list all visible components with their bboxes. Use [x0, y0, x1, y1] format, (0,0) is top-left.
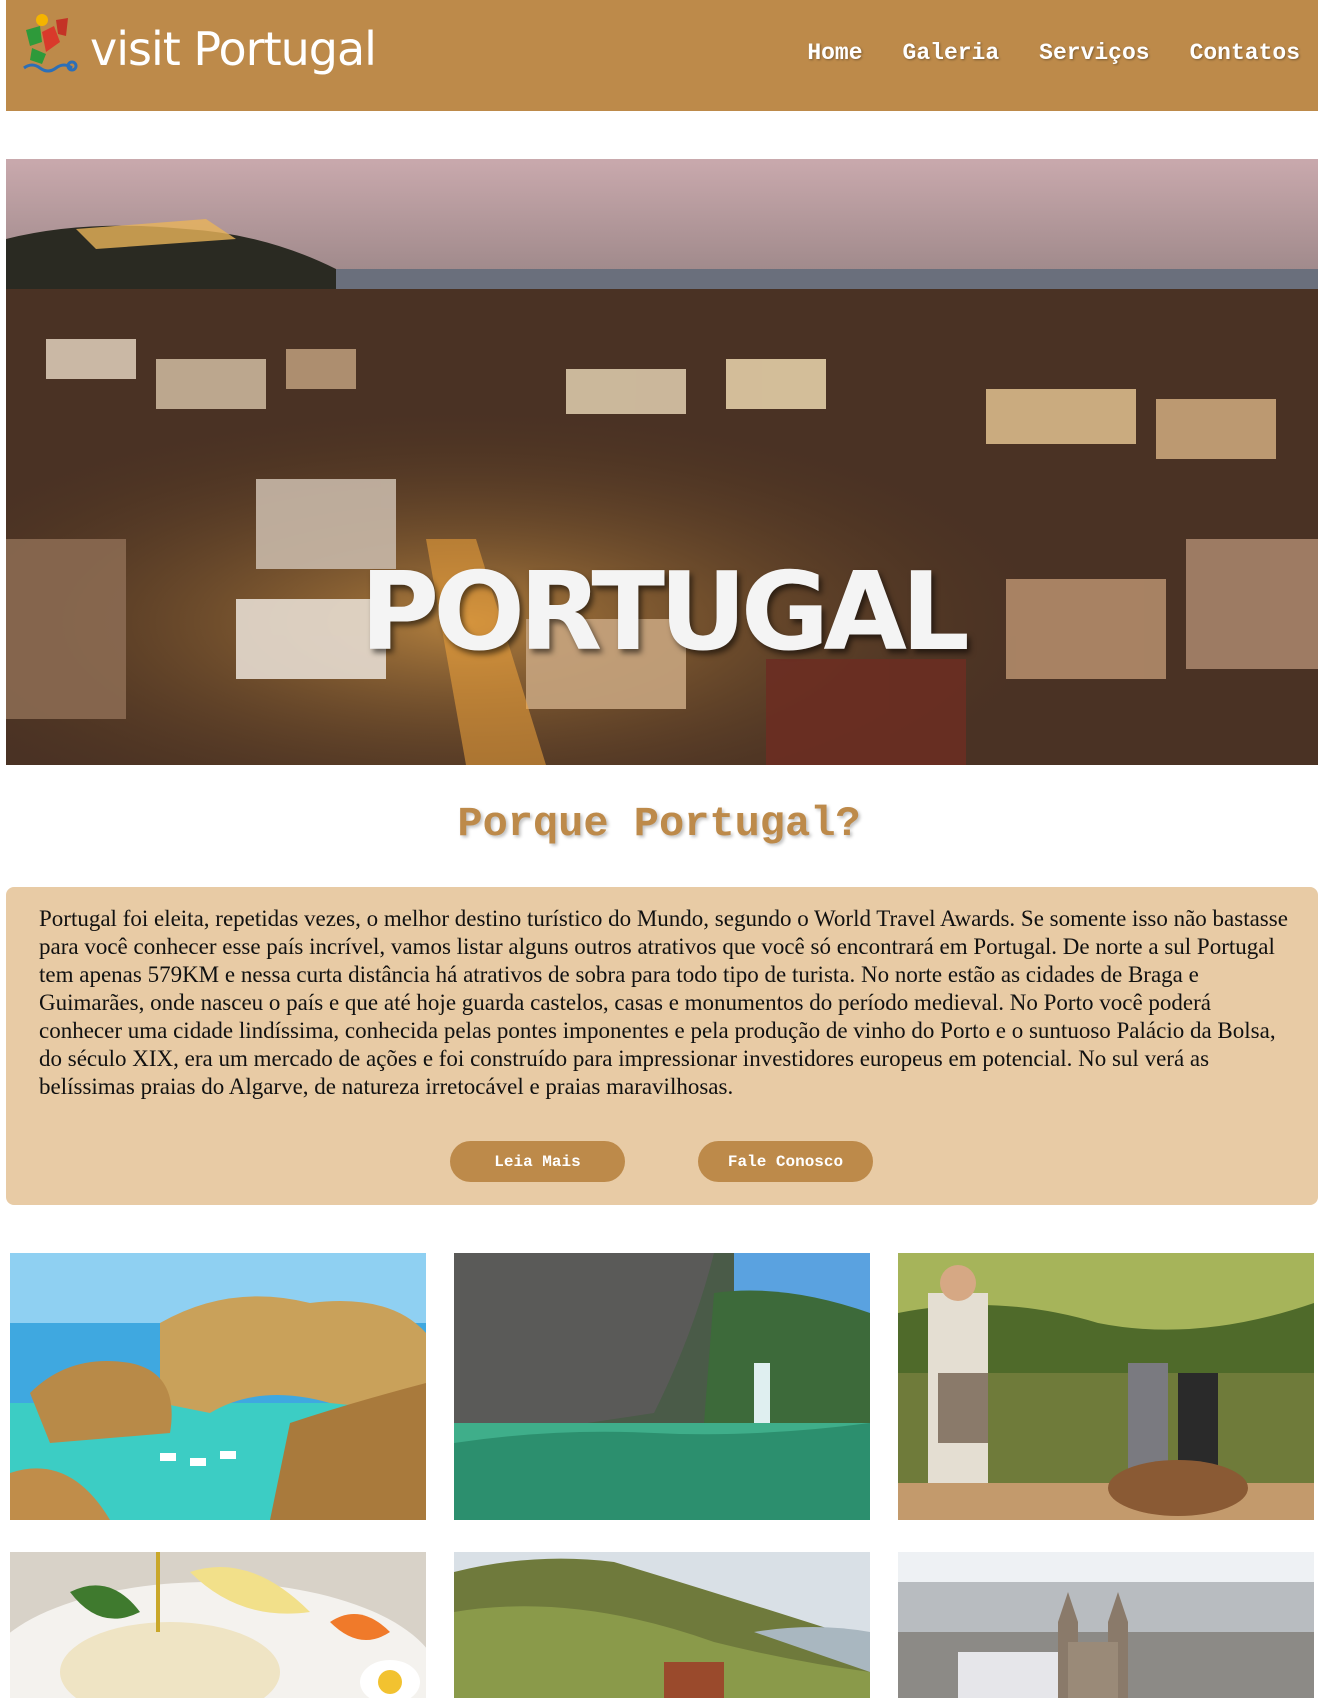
intro-paragraph: Portugal foi eleita, repetidas vezes, o … — [39, 906, 1288, 1099]
hero-banner: PORTUGAL — [6, 159, 1318, 765]
site-header: visit Portugal Home Galeria Serviços Con… — [6, 0, 1318, 111]
info-box: Portugal foi eleita, repetidas vezes, o … — [6, 887, 1318, 1205]
logo-emblem-icon — [23, 14, 78, 73]
nav-galeria[interactable]: Galeria — [903, 40, 1000, 66]
contact-button[interactable]: Fale Conosco — [698, 1141, 873, 1182]
section-title: Porque Portugal? — [457, 800, 861, 848]
main-nav: Home Galeria Serviços Contatos — [807, 40, 1300, 66]
nav-servicos[interactable]: Serviços — [1039, 40, 1149, 66]
nav-contatos[interactable]: Contatos — [1190, 40, 1300, 66]
logo-text: visit Portugal — [90, 22, 377, 76]
hero-title: PORTUGAL — [360, 550, 970, 675]
nav-home[interactable]: Home — [807, 40, 862, 66]
gallery-image-codfish-dish[interactable] — [10, 1552, 426, 1698]
gallery-image-grape-festival[interactable] — [898, 1253, 1314, 1520]
gallery-image-douro-valley[interactable] — [454, 1552, 870, 1698]
gallery-image-braga-city[interactable] — [898, 1552, 1314, 1698]
visit-portugal-logo[interactable]: visit Portugal — [20, 12, 440, 92]
gallery-image-algarve-beach[interactable] — [10, 1253, 426, 1520]
read-more-button[interactable]: Leia Mais — [450, 1141, 625, 1182]
gallery-image-waterfall[interactable] — [454, 1253, 870, 1520]
